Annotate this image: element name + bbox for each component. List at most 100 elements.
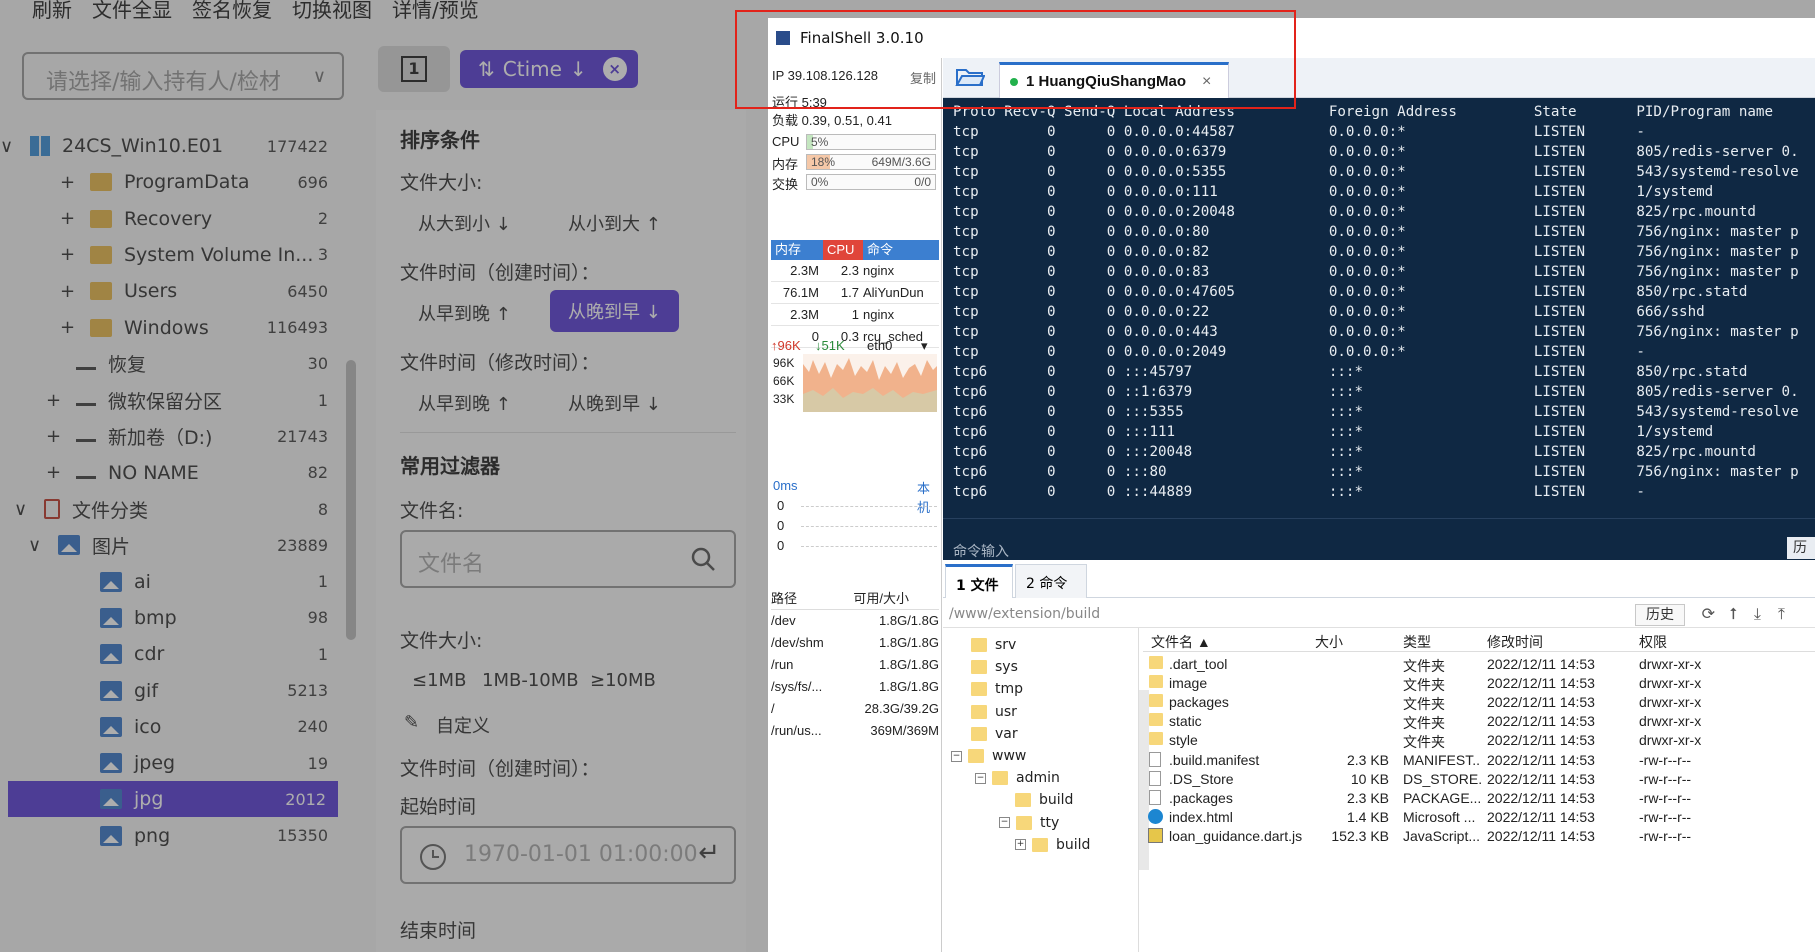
file-mtime: 2022/12/11 14:53	[1487, 694, 1595, 711]
dir-tree-item[interactable]: build	[1015, 789, 1073, 811]
terminal[interactable]: Proto Recv-Q Send-Q Local Address Foreig…	[943, 98, 1815, 560]
dir-tree-item[interactable]: − www	[951, 745, 1026, 767]
process-mem: 2.3M	[790, 263, 819, 278]
terminal-line: tcp 0 0 0.0.0.0:111 0.0.0.0:* LISTEN 1/s…	[953, 184, 1714, 200]
file-permission: drwxr-xr-x	[1639, 713, 1702, 730]
up-dir-icon[interactable]: ⭡	[1729, 604, 1737, 624]
process-row[interactable]: 2.3M 1 nginx	[771, 304, 939, 326]
file-permission: -rw-r--r--	[1639, 827, 1692, 844]
download-icon[interactable]: ⤓	[1754, 604, 1761, 624]
file-size: 2.3 KB	[1346, 789, 1389, 806]
file-type: PACKAGE...	[1403, 789, 1481, 806]
process-command: AliYunDun	[863, 285, 924, 300]
disk-usage: 369M/369M	[870, 723, 939, 738]
dir-tree-label: usr	[995, 703, 1017, 720]
terminal-line: tcp6 0 0 :::44889 :::* LISTEN -	[953, 484, 1645, 500]
folder-icon	[968, 749, 984, 763]
command-input-label: 命令输入	[953, 544, 1009, 560]
dir-tree-item[interactable]: − tty	[999, 812, 1059, 834]
collapse-icon[interactable]: −	[975, 772, 986, 784]
load-average: 负载 0.39, 0.51, 0.41	[772, 113, 892, 128]
edge-html-icon	[1148, 808, 1163, 824]
dropdown-icon[interactable]: ▾	[921, 338, 928, 354]
collapse-icon[interactable]: −	[951, 750, 962, 762]
col-mtime[interactable]: 修改时间	[1487, 632, 1543, 652]
disk-table: 路径 可用/大小 /dev 1.8G/1.8G/dev/shm 1.8G/1.8G /…	[771, 588, 939, 742]
disk-usage: 1.8G/1.8G	[879, 679, 939, 694]
file-permission: drwxr-xr-x	[1639, 656, 1702, 672]
cpu-meter: 5%	[806, 134, 936, 150]
expand-icon[interactable]: +	[1015, 839, 1026, 851]
file-icon	[1149, 770, 1161, 786]
process-rows: 2.3M 2.3 nginx 76.1M 1.7 AliYunDun 2.3M 1 nginx 0…	[771, 260, 939, 348]
file-type: JavaScript...	[1403, 827, 1481, 844]
dir-tree-item[interactable]: var	[971, 723, 1018, 745]
latency-tick: 0	[777, 498, 785, 513]
tab-files[interactable]: 1 文件	[945, 564, 1013, 598]
col-permission[interactable]: 权限	[1639, 632, 1667, 652]
terminal-line: tcp6 0 0 :::5355 :::* LISTEN 543/systemd…	[953, 404, 1799, 420]
folder-icon	[1149, 675, 1163, 689]
mem-value: 649M/3.6G	[871, 155, 931, 169]
dir-tree-label: build	[1039, 792, 1074, 809]
terminal-line: tcp 0 0 0.0.0.0:44587 0.0.0.0:* LISTEN -	[953, 124, 1645, 140]
col-type[interactable]: 类型	[1403, 632, 1431, 652]
path-input[interactable]: /www/extension/build	[949, 606, 1100, 622]
folder-icon	[971, 704, 987, 719]
swap-meter: 0% 0/0	[806, 174, 936, 190]
swap-percent: 0%	[811, 175, 829, 189]
col-mem[interactable]: 内存	[771, 240, 823, 260]
disk-usage: 1.8G/1.8G	[879, 613, 939, 628]
dir-tree-item[interactable]: − admin	[975, 767, 1060, 789]
refresh-icon[interactable]: ⟳	[1702, 604, 1715, 623]
disk-row: /run/us... 369M/369M	[771, 720, 939, 742]
command-history-button[interactable]: 历	[1787, 537, 1815, 559]
latency-host[interactable]: 本机	[917, 478, 939, 516]
dir-tree-item[interactable]: tmp	[971, 678, 1023, 700]
disk-path: /dev	[771, 613, 796, 628]
file-manager: 1 文件 2 命令 /www/extension/build 历史 ⟳ ⭡ ⤓ …	[943, 560, 1815, 952]
screen: 刷新 文件全显 签名恢复 切换视图 详情/预览 请选择/输入持有人/检材 ∨ 1…	[0, 0, 1815, 952]
col-cmd[interactable]: 命令	[863, 240, 939, 260]
net-interface[interactable]: eth0	[867, 338, 892, 353]
tab-commands[interactable]: 2 命令	[1015, 564, 1087, 598]
process-row[interactable]: 76.1M 1.7 AliYunDun	[771, 282, 939, 304]
collapse-icon[interactable]: −	[999, 817, 1010, 829]
cpu-value: 5%	[811, 135, 829, 149]
folder-icon	[971, 638, 987, 652]
folder-icon	[1149, 656, 1163, 669]
terminal-line: tcp6 0 0 :::20048 :::* LISTEN 825/rpc.mo…	[953, 444, 1756, 460]
dir-tree-item[interactable]: sys	[971, 656, 1018, 678]
dir-tree-item[interactable]: + build	[1015, 834, 1090, 856]
server-status-panel: IP 39.108.126.128 复制 运行 5:39 负载 0.39, 0.…	[768, 58, 942, 952]
terminal-line: tcp 0 0 0.0.0.0:5355 0.0.0.0:* LISTEN 54…	[953, 164, 1799, 180]
file-name: static	[1169, 713, 1202, 730]
disk-usage: 1.8G/1.8G	[879, 635, 939, 650]
history-button[interactable]: 历史	[1635, 604, 1685, 626]
col-cpu[interactable]: CPU	[823, 240, 863, 260]
process-row[interactable]: 2.3M 2.3 nginx	[771, 260, 939, 282]
file-mtime: 2022/12/11 14:53	[1487, 656, 1595, 672]
terminal-line: tcp6 0 0 :::45797 :::* LISTEN 850/rpc.st…	[953, 364, 1748, 380]
file-size: 1.4 KB	[1346, 808, 1389, 825]
file-mtime: 2022/12/11 14:53	[1487, 675, 1595, 692]
dir-tree-item[interactable]: usr	[971, 701, 1017, 723]
col-size[interactable]: 大小	[1315, 632, 1343, 652]
command-input-bar[interactable]: 命令输入 历	[943, 518, 1815, 560]
folder-icon	[1149, 694, 1163, 708]
latency-tick: 0	[777, 518, 785, 533]
file-permission: -rw-r--r--	[1639, 751, 1692, 768]
file-row[interactable]: loan_guidance.dart.js 152.3 KB JavaScript.…	[1143, 826, 1815, 848]
process-command: nginx	[863, 263, 895, 278]
file-name: .build.manifest	[1169, 751, 1260, 768]
col-filename[interactable]: 文件名 ▲	[1151, 632, 1211, 652]
upload-icon[interactable]: ⤒	[1778, 604, 1785, 624]
folder-icon	[1149, 713, 1163, 727]
dir-tree-item[interactable]: srv	[971, 634, 1016, 656]
mem-meter: 18% 649M/3.6G	[806, 154, 936, 170]
path-bar: /www/extension/build 历史 ⟳ ⭡ ⤓ ⤒	[943, 600, 1815, 628]
file-size: 152.3 KB	[1331, 827, 1389, 844]
network-graph: ↑96K ↓51K eth0 ▾ 96K 66K 33K	[771, 338, 939, 448]
file-type: MANIFEST...	[1403, 751, 1481, 768]
process-cpu: 1.7	[840, 285, 859, 300]
